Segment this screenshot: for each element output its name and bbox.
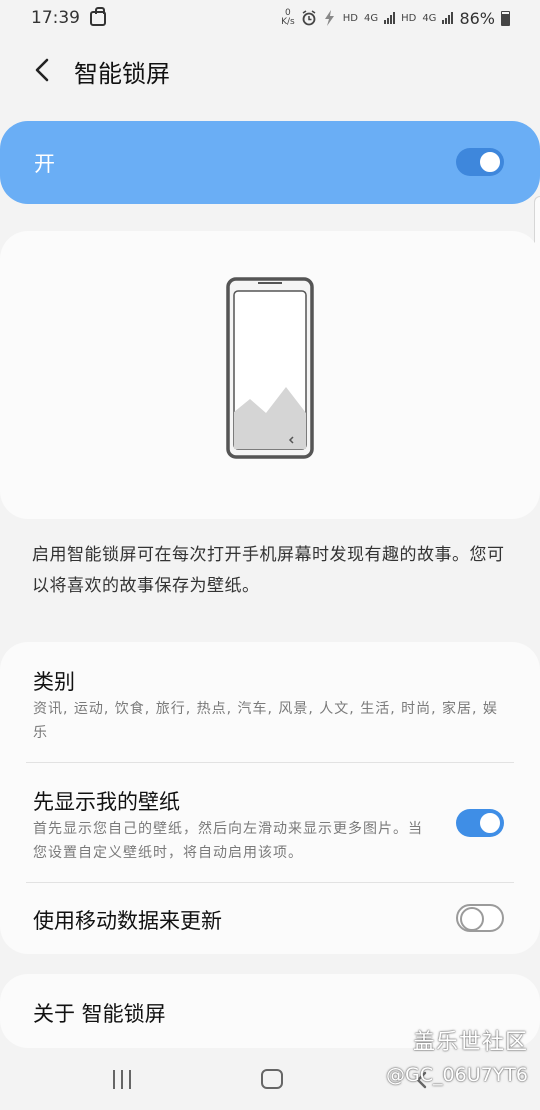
my-wallpaper-first-summary: 首先显示您自己的壁纸，然后向左滑动来显示更多图片。当您设置自定义壁纸时，将自动启… bbox=[33, 821, 423, 861]
category-title: 类别 bbox=[33, 670, 75, 694]
toggle-knob bbox=[460, 907, 484, 931]
network-type-1: 4G bbox=[363, 12, 379, 24]
my-wallpaper-first-title: 先显示我的壁纸 bbox=[33, 790, 180, 814]
feature-description: 启用智能锁屏可在每次打开手机屏幕时发现有趣的故事。您可以将喜欢的故事保存为壁纸。 bbox=[32, 545, 505, 596]
phone-illustration-icon bbox=[226, 277, 314, 459]
hd-label-1: HD bbox=[342, 12, 358, 24]
signal-icon-2 bbox=[442, 12, 454, 24]
alarm-icon bbox=[302, 10, 316, 26]
back-arrow-icon[interactable] bbox=[30, 57, 56, 83]
my-wallpaper-first-row[interactable]: 先显示我的壁纸 首先显示您自己的壁纸，然后向左滑动来显示更多图片。当您设置自定义… bbox=[0, 763, 540, 882]
hd-label-2: HD bbox=[401, 12, 417, 24]
status-time: 17:39 bbox=[31, 8, 80, 28]
preview-card bbox=[0, 231, 540, 519]
about-label: 关于 智能锁屏 bbox=[33, 1002, 166, 1026]
header: 智能锁屏 bbox=[0, 42, 540, 98]
network-speed-unit: K/s bbox=[281, 17, 295, 27]
mobile-data-title: 使用移动数据来更新 bbox=[33, 909, 222, 933]
shopping-bag-icon bbox=[90, 6, 106, 26]
home-icon[interactable] bbox=[261, 1069, 283, 1089]
toggle-knob bbox=[478, 811, 502, 835]
network-type-2: 4G bbox=[422, 12, 437, 24]
master-switch-label: 开 bbox=[34, 151, 55, 176]
battery-percent: 86% bbox=[459, 8, 495, 28]
mobile-data-toggle[interactable] bbox=[456, 904, 504, 932]
status-icons: 0 K/s HD 4G HD 4G 86% bbox=[281, 9, 510, 28]
status-bar: 17:39 0 K/s HD 4G HD 4G 86% bbox=[0, 0, 540, 36]
battery-icon bbox=[501, 10, 510, 26]
toggle-knob bbox=[478, 150, 502, 174]
network-speed: 0 K/s bbox=[281, 9, 295, 27]
category-row[interactable]: 类别 资讯, 运动, 饮食, 旅行, 热点, 汽车, 风景, 人文, 生活, 时… bbox=[0, 642, 540, 762]
master-switch-bar[interactable]: 开 bbox=[0, 121, 540, 204]
watermark-user: @GC_06U7YT6 bbox=[386, 1064, 528, 1086]
signal-icon-1 bbox=[384, 12, 396, 24]
recent-apps-icon[interactable] bbox=[111, 1070, 133, 1090]
mobile-data-row[interactable]: 使用移动数据来更新 bbox=[0, 883, 540, 954]
charging-icon bbox=[324, 10, 334, 26]
my-wallpaper-first-toggle[interactable] bbox=[456, 809, 504, 837]
settings-card: 类别 资讯, 运动, 饮食, 旅行, 热点, 汽车, 风景, 人文, 生活, 时… bbox=[0, 642, 540, 954]
watermark-title: 盖乐世社区 bbox=[412, 1030, 528, 1055]
page-title: 智能锁屏 bbox=[74, 60, 170, 88]
category-summary: 资讯, 运动, 饮食, 旅行, 热点, 汽车, 风景, 人文, 生活, 时尚, … bbox=[33, 701, 498, 741]
master-toggle[interactable] bbox=[456, 148, 504, 176]
